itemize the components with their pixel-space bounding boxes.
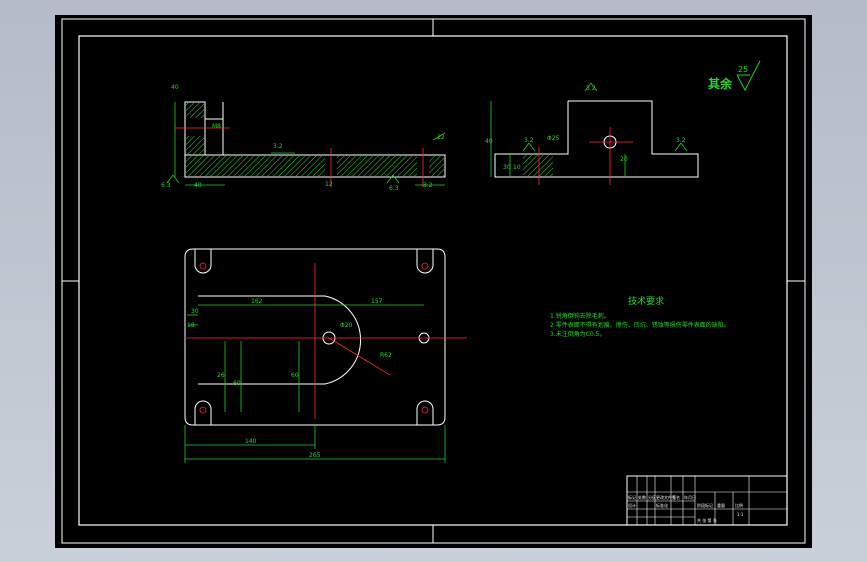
dim-front-r3: 3.2 xyxy=(676,137,686,144)
dim-plan-bottom2: 265 xyxy=(309,452,321,459)
dim-front-w2: 10 xyxy=(513,164,521,171)
plan-view: 162 157 18 30 26 60 Φ20 R62 140 265 60 xyxy=(184,248,467,463)
dim-side-d4: 12 xyxy=(325,181,333,188)
dim-side-d7: 40 xyxy=(171,84,179,91)
dim-front-height: 40 xyxy=(485,138,493,145)
dim-front-r2: 3.2 xyxy=(524,137,534,144)
dim-front-r1: 3.2 xyxy=(586,85,596,92)
dim-plan-bottom1: 140 xyxy=(245,438,257,445)
tb-stage: 阶段标记 xyxy=(697,502,713,508)
dim-plan-radial: R62 xyxy=(380,352,392,359)
dim-side-d6: 6.3 xyxy=(389,185,399,192)
title-block: 标记 处数 分区 更改文件号 签名 年月日 设计 标准化 阶段标记 重量 比例 … xyxy=(626,475,788,526)
dim-plan-mid: 60 xyxy=(291,372,299,379)
tb-scale: 比例 xyxy=(735,502,743,508)
dim-plan-top: 162 xyxy=(251,298,263,305)
tech-req-item-3: 3.未注倒角为C0.5。 xyxy=(550,330,605,338)
centering-marks xyxy=(62,19,805,543)
tb-standard: 标准化 xyxy=(656,502,668,508)
dim-plan-l2: 30 xyxy=(191,308,199,315)
drawing-viewport[interactable]: 40 3.2 M8 12 6.3 6.3 40 22 3.2 40 3.2 3.… xyxy=(55,15,812,548)
dim-plan-hole: Φ20 xyxy=(340,322,353,329)
technical-requirements: 技术要求 1.锐角倒钝去除毛刺。 2.零件表面不得有划痕、擦伤、凹坑、锈蚀等损伤… xyxy=(550,295,730,338)
tb-weight: 重量 xyxy=(717,502,725,508)
tech-req-title: 技术要求 xyxy=(628,295,664,307)
tb-sheet: 共 张 第 张 xyxy=(697,517,717,523)
dim-side-d1: 40 xyxy=(194,182,202,189)
border-outer xyxy=(61,18,806,544)
tb-zone: 分区 xyxy=(648,494,656,500)
tech-req-item-1: 1.锐角倒钝去除毛刺。 xyxy=(550,312,610,320)
front-view: 40 3.2 3.2 3.2 30 10 20 Φ25 xyxy=(485,82,699,185)
dim-plan-right: 157 xyxy=(371,298,383,305)
dim-plan-left: 18 xyxy=(187,322,195,329)
dim-front-w1: 30 xyxy=(503,164,511,171)
dim-front-bore: Φ25 xyxy=(547,135,560,142)
dim-side-d9: 3.2 xyxy=(423,182,433,189)
tb-designer: 设计 xyxy=(628,502,636,508)
dim-plan-h1: 26 xyxy=(217,372,225,379)
roughness-note: 其余 xyxy=(708,76,733,91)
dim-side-d8: 22 xyxy=(437,134,445,141)
dim-side-d2: 3.2 xyxy=(273,143,283,150)
dim-plan-h2: 60 xyxy=(233,380,241,387)
roughness-symbol: 其余 25 xyxy=(708,60,761,92)
cad-drawing: 40 3.2 M8 12 6.3 6.3 40 22 3.2 40 3.2 3.… xyxy=(61,18,806,544)
side-view: 40 3.2 M8 12 6.3 6.3 40 22 3.2 xyxy=(161,84,446,192)
tb-mark: 标记 xyxy=(628,494,636,500)
tb-count: 处数 xyxy=(638,494,646,500)
tech-req-item-2: 2.零件表面不得有划痕、擦伤、凹坑、锈蚀等损伤零件表面的缺陷。 xyxy=(550,321,730,329)
tb-sign: 签名 xyxy=(672,494,680,500)
dim-front-w3: 20 xyxy=(620,156,628,163)
dim-side-d5: 6.3 xyxy=(161,182,171,189)
dim-side-d3: M8 xyxy=(212,123,221,130)
roughness-value: 25 xyxy=(738,65,748,74)
tb-date: 年月日 xyxy=(684,494,696,500)
tb-scale-value: 1:1 xyxy=(737,512,744,517)
